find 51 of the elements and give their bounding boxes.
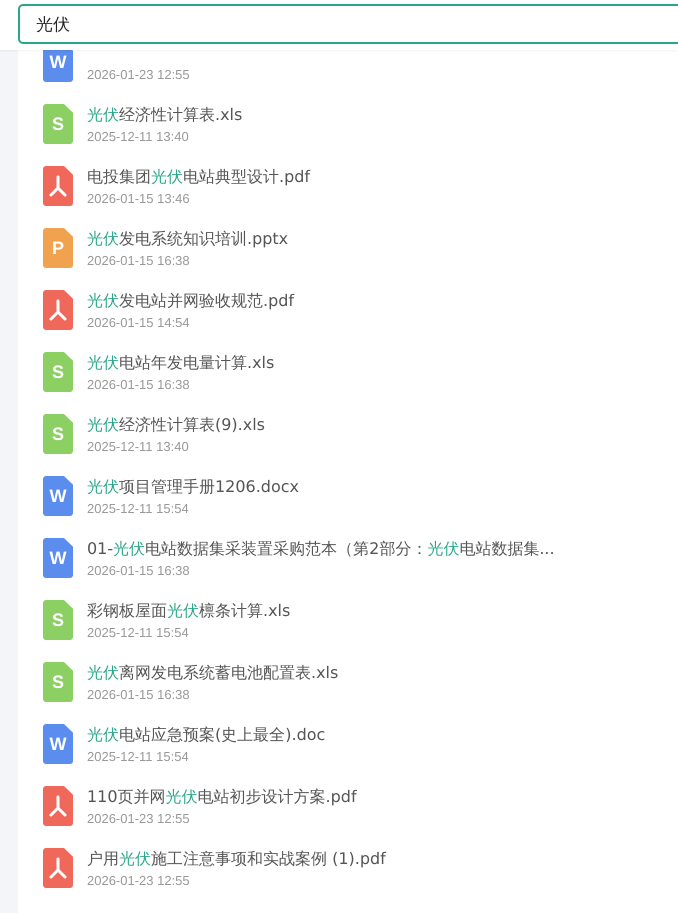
- spreadsheet-icon: S: [43, 352, 73, 392]
- file-date: 2026-01-15 16:38: [87, 376, 191, 392]
- file-name: 光伏发电站并网验收规范.pdf: [87, 290, 294, 312]
- file-name: 电投集团光伏电站典型设计.pdf: [87, 166, 310, 188]
- file-item[interactable]: 110页并网光伏电站初步设计方案.pdf 2026-01-23 12:55: [18, 775, 678, 837]
- spreadsheet-icon: S: [43, 600, 73, 640]
- file-name: 光伏电站年发电量计算.xls: [87, 352, 274, 374]
- file-item[interactable]: S 光伏离网发电系统蓄电池配置表.xls 2026-01-15 16:38: [18, 651, 678, 713]
- file-item[interactable]: W 01-光伏电站数据集采装置采购范本（第2部分：光伏电站数据集... 2026-01-15 16:38: [18, 527, 678, 589]
- file-date: 2026-01-15 16:38: [87, 686, 191, 702]
- file-item[interactable]: S 光伏经济性计算表(9).xls 2025-12-11 13:40: [18, 403, 678, 465]
- file-item[interactable]: S 彩钢板屋面光伏檩条计算.xls 2025-12-11 15:54: [18, 589, 678, 651]
- file-name: 光伏离网发电系统蓄电池配置表.xls: [87, 662, 338, 684]
- file-name: 光伏项目管理手册1206.docx: [87, 476, 300, 498]
- file-name: 户用光伏施工注意事项和实战案例 (1).pdf: [87, 848, 386, 870]
- document-icon: W: [43, 476, 73, 516]
- spreadsheet-icon: S: [43, 414, 73, 454]
- file-item[interactable]: 户用光伏施工注意事项和实战案例 (1).pdf 2026-01-23 12:55: [18, 837, 678, 899]
- file-name: 彩钢板屋面光伏檩条计算.xls: [87, 600, 290, 622]
- file-date: 2025-12-11 15:54: [87, 748, 190, 764]
- file-date: 2026-01-15 14:54: [87, 314, 191, 330]
- file-date: 2026-01-15 16:38: [87, 252, 191, 268]
- file-name: 110页并网光伏电站初步设计方案.pdf: [87, 786, 357, 808]
- spreadsheet-icon: S: [43, 662, 73, 702]
- file-item[interactable]: W 光伏电站应急预案(史上最全).doc 2025-12-11 15:54: [18, 713, 678, 775]
- file-date: 2026-01-23 12:55: [87, 872, 191, 888]
- file-item[interactable]: P 光伏发电系统知识培训.pptx 2026-01-15 16:38: [18, 217, 678, 279]
- file-item[interactable]: S 光伏经济性计算表.xls 2025-12-11 13:40: [18, 93, 678, 155]
- search-field[interactable]: 光伏: [18, 4, 678, 44]
- spreadsheet-icon: S: [43, 104, 73, 144]
- file-item[interactable]: 电投集团光伏电站典型设计.pdf 2026-01-15 13:46: [18, 155, 678, 217]
- file-name: 光伏电站应急预案(史上最全).doc: [87, 724, 326, 746]
- file-date: 2025-12-11 13:40: [87, 128, 190, 144]
- file-date: 2026-01-23 12:55: [87, 810, 191, 826]
- file-date: 2025-12-11 15:54: [87, 500, 190, 516]
- file-date: 2025-12-11 13:40: [87, 438, 190, 454]
- file-date: 2026-01-15 16:38: [87, 562, 191, 578]
- document-icon: W: [43, 538, 73, 578]
- document-icon: W: [43, 724, 73, 764]
- file-item[interactable]: W 光伏项目管理手册1206.docx 2025-12-11 15:54: [18, 465, 678, 527]
- file-item[interactable]: 光伏发电站并网验收规范.pdf 2026-01-15 14:54: [18, 279, 678, 341]
- file-item[interactable]: S 光伏电站年发电量计算.xls 2026-01-15 16:38: [18, 341, 678, 403]
- presentation-icon: P: [43, 228, 73, 268]
- file-name: 光伏经济性计算表(9).xls: [87, 414, 265, 436]
- file-date: 2026-01-23 12:55: [87, 67, 190, 82]
- file-name: 光伏经济性计算表.xls: [87, 104, 242, 126]
- file-date: 2025-12-11 15:54: [87, 624, 190, 640]
- file-name: 01-光伏电站数据集采装置采购范本（第2部分：光伏电站数据集...: [87, 538, 555, 560]
- file-name: 光伏发电系统知识培训.pptx: [87, 228, 288, 250]
- document-icon: W: [43, 50, 73, 82]
- file-date: 2026-01-15 13:46: [87, 190, 191, 206]
